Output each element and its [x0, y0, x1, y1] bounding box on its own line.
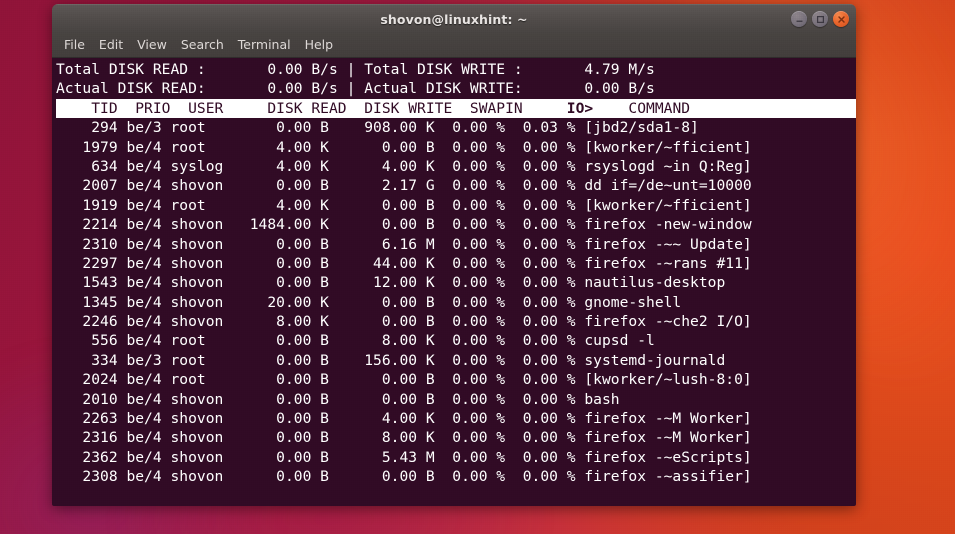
column-header-sort[interactable]: IO> — [567, 100, 593, 117]
summary-line-total: Total DISK READ : 0.00 B/s | Total DISK … — [56, 61, 655, 78]
window-controls — [791, 5, 849, 33]
process-row[interactable]: 2010 be/4 shovon 0.00 B 0.00 B 0.00 % 0.… — [56, 390, 856, 409]
process-row[interactable]: 2362 be/4 shovon 0.00 B 5.43 M 0.00 % 0.… — [56, 448, 856, 467]
process-row[interactable]: 1345 be/4 shovon 20.00 K 0.00 B 0.00 % 0… — [56, 293, 856, 312]
menu-item-edit[interactable]: Edit — [92, 35, 130, 55]
process-row[interactable]: 2246 be/4 shovon 8.00 K 0.00 B 0.00 % 0.… — [56, 312, 856, 331]
menu-item-view[interactable]: View — [130, 35, 174, 55]
close-button[interactable] — [833, 11, 849, 27]
process-row[interactable]: 1543 be/4 shovon 0.00 B 12.00 K 0.00 % 0… — [56, 273, 856, 292]
menu-item-terminal[interactable]: Terminal — [231, 35, 298, 55]
window-title: shovon@linuxhint: ~ — [380, 11, 528, 27]
desktop-wallpaper: shovon@linuxhint: ~ File Edit View Searc… — [0, 0, 955, 534]
process-row[interactable]: 2024 be/4 root 0.00 B 0.00 B 0.00 % 0.00… — [56, 370, 856, 389]
process-row[interactable]: 2214 be/4 shovon 1484.00 K 0.00 B 0.00 %… — [56, 215, 856, 234]
terminal-window: shovon@linuxhint: ~ File Edit View Searc… — [52, 4, 856, 506]
menu-item-help[interactable]: Help — [298, 35, 341, 55]
process-row[interactable]: 2263 be/4 shovon 0.00 B 4.00 K 0.00 % 0.… — [56, 409, 856, 428]
column-header-pre: TID PRIO USER DISK READ DISK WRITE SWAPI… — [56, 99, 567, 117]
menu-item-search[interactable]: Search — [174, 35, 231, 55]
terminal-output[interactable]: Total DISK READ : 0.00 B/s | Total DISK … — [52, 58, 856, 506]
process-row[interactable]: 634 be/4 syslog 4.00 K 4.00 K 0.00 % 0.0… — [56, 157, 856, 176]
process-row[interactable]: 1919 be/4 root 4.00 K 0.00 B 0.00 % 0.00… — [56, 196, 856, 215]
maximize-button[interactable] — [812, 11, 828, 27]
menu-item-file[interactable]: File — [57, 35, 92, 55]
process-row[interactable]: 2316 be/4 shovon 0.00 B 8.00 K 0.00 % 0.… — [56, 428, 856, 447]
summary-line-actual: Actual DISK READ: 0.00 B/s | Actual DISK… — [56, 80, 655, 98]
column-header-post: COMMAND — [593, 99, 691, 117]
process-list: 294 be/3 root 0.00 B 908.00 K 0.00 % 0.0… — [56, 118, 856, 486]
process-row[interactable]: 334 be/3 root 0.00 B 156.00 K 0.00 % 0.0… — [56, 351, 856, 370]
process-row[interactable]: 294 be/3 root 0.00 B 908.00 K 0.00 % 0.0… — [56, 118, 856, 137]
process-row[interactable]: 1979 be/4 root 4.00 K 0.00 B 0.00 % 0.00… — [56, 138, 856, 157]
window-titlebar[interactable]: shovon@linuxhint: ~ — [52, 4, 856, 33]
process-row[interactable]: 2297 be/4 shovon 0.00 B 44.00 K 0.00 % 0… — [56, 254, 856, 273]
process-row[interactable]: 2310 be/4 shovon 0.00 B 6.16 M 0.00 % 0.… — [56, 235, 856, 254]
process-row[interactable]: 556 be/4 root 0.00 B 8.00 K 0.00 % 0.00 … — [56, 331, 856, 350]
column-header-row[interactable]: TID PRIO USER DISK READ DISK WRITE SWAPI… — [56, 98, 856, 119]
process-row[interactable]: 2308 be/4 shovon 0.00 B 0.00 B 0.00 % 0.… — [56, 467, 856, 486]
process-row[interactable]: 2007 be/4 shovon 0.00 B 2.17 G 0.00 % 0.… — [56, 176, 856, 195]
menubar: File Edit View Search Terminal Help — [52, 33, 856, 58]
minimize-button[interactable] — [791, 11, 807, 27]
